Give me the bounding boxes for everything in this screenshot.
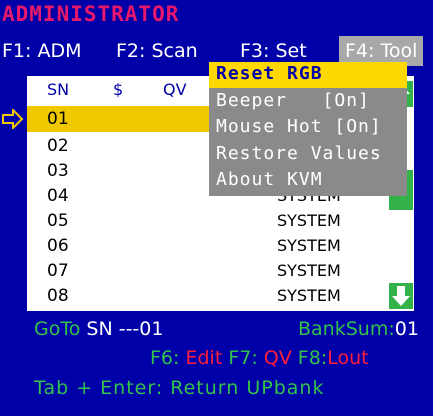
goto-label: GoTo [34,318,81,340]
column-header-qv: QV [163,80,187,99]
row-sn: 03 [47,161,69,181]
goto-value: SN ---01 [86,318,164,340]
scroll-down-button[interactable] [389,283,413,309]
goto-line: GoTo SN ---01 [34,318,163,340]
f7-action[interactable]: QV [264,347,292,369]
row-name: SYSTEM [277,236,341,255]
banksum-label: BankSum: [298,318,395,340]
table-row[interactable]: 05 SYSTEM [27,208,396,234]
row-sn: 08 [47,286,69,306]
column-header-sn: SN [47,80,70,99]
menu-item-restore-values[interactable]: Restore Values [216,143,382,164]
column-header-dollar: $ [113,80,124,99]
row-name: SYSTEM [277,261,341,280]
menu-item-mouse-hot[interactable]: Mouse Hot [On] [216,116,382,137]
table-row[interactable]: 08 SYSTEM [27,283,396,309]
menu-item-beeper[interactable]: Beeper [On] [216,90,370,111]
arrow-down-icon [392,286,410,306]
app-title: ADMINISTRATOR [2,2,180,26]
banksum-line: BankSum:01 [298,318,419,340]
row-sn: 05 [47,211,69,231]
table-row[interactable]: 07 SYSTEM [27,258,396,284]
row-sn: 06 [47,236,69,256]
tab-f2-scan[interactable]: F2: Scan [116,36,198,66]
f6-action[interactable]: Edit [185,347,222,369]
tab-f1-adm[interactable]: F1: ADM [2,36,81,66]
row-name: SYSTEM [277,286,341,305]
row-sn: 07 [47,261,69,281]
row-sn: 04 [47,186,69,206]
banksum-value: 01 [394,318,419,340]
row-sn: 02 [47,136,69,156]
f6-key: F6: [150,347,180,369]
row-sn: 01 [47,109,69,129]
function-hints-line: F6: Edit F7: QV F8:Lout [150,347,369,369]
menu-item-about-kvm[interactable]: About KVM [216,169,323,190]
menu-item-reset-rgb[interactable]: Reset RGB [216,63,323,84]
table-row[interactable]: 06 SYSTEM [27,233,396,259]
f7-key: F7: [228,347,258,369]
return-hint: Tab + Enter: Return UPbank [34,377,325,399]
f8-action[interactable]: Lout [327,347,368,369]
row-name: SYSTEM [277,211,341,230]
f8-key: F8: [297,347,328,369]
pointer-arrow-icon [2,109,24,129]
